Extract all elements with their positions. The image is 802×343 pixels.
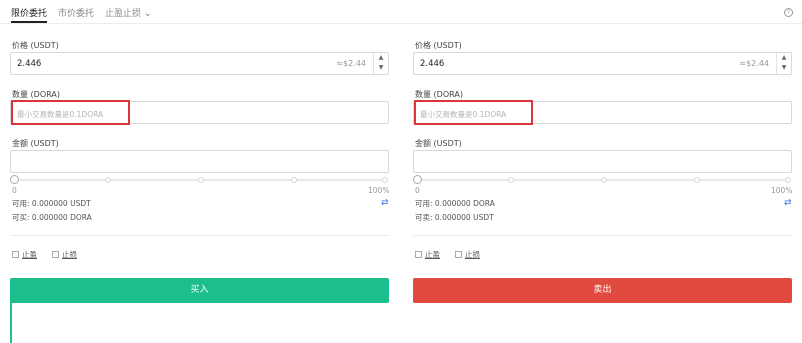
sell-slider-handle[interactable] [413,175,422,184]
caret-up-icon[interactable]: ▲ [374,53,388,63]
checkbox-icon [12,251,19,258]
buy-stop-loss-checkbox[interactable]: 止损 [52,249,77,260]
slider-tick[interactable] [508,177,514,183]
caret-down-icon[interactable]: ▼ [777,63,791,73]
buy-slider-handle[interactable] [10,175,19,184]
buy-price-value: 2.446 [17,59,42,69]
divider [413,235,792,236]
sell-price-stepper[interactable]: ▲ ▼ [776,53,791,74]
sell-price-label: 价格 (USDT) [415,41,462,50]
buy-button[interactable]: 买入 [10,278,389,303]
sell-qty-label: 数量 (DORA) [415,90,463,99]
sell-price-input[interactable]: 2.446 ≈$2.44 ▲ ▼ [413,52,792,75]
swap-icon[interactable]: ⇄ [381,198,389,208]
buy-stop-profit-checkbox[interactable]: 止盈 [12,249,37,260]
sell-amount-input[interactable] [413,150,792,173]
buy-amount-label: 金额 (USDT) [12,139,59,148]
sell-slider-min: 0 [415,186,420,195]
stop-loss-label: 止损 [62,250,77,259]
chart-edge-line [10,298,12,343]
sell-price-approx: ≈$2.44 [739,59,769,68]
slider-tick[interactable] [694,177,700,183]
buy-panel: 价格 (USDT) 2.446 ≈$2.44 ▲ ▼ 数量 (DORA) 最小交… [10,0,390,343]
buy-price-label: 价格 (USDT) [12,41,59,50]
sell-stop-profit-checkbox[interactable]: 止盈 [415,249,440,260]
sell-available: 可用: 0.000000 DORA [415,199,495,208]
slider-tick[interactable] [105,177,111,183]
caret-up-icon[interactable]: ▲ [777,53,791,63]
divider [10,235,389,236]
checkbox-icon [455,251,462,258]
highlight-box [11,100,130,125]
buy-price-approx: ≈$2.44 [336,59,366,68]
buy-slider-min: 0 [12,186,17,195]
buy-can-buy: 可买: 0.000000 DORA [12,213,92,222]
checkbox-icon [415,251,422,258]
sell-can-sell: 可卖: 0.000000 USDT [415,213,494,222]
stop-profit-label: 止盈 [22,250,37,259]
sell-panel: 价格 (USDT) 2.446 ≈$2.44 ▲ ▼ 数量 (DORA) 最小交… [413,0,793,343]
slider-tick[interactable] [785,177,791,183]
checkbox-icon [52,251,59,258]
sell-button[interactable]: 卖出 [413,278,792,303]
sell-price-value: 2.446 [420,59,445,69]
sell-stop-loss-checkbox[interactable]: 止损 [455,249,480,260]
slider-tick[interactable] [198,177,204,183]
slider-tick[interactable] [291,177,297,183]
buy-amount-input[interactable] [10,150,389,173]
stop-loss-label: 止损 [465,250,480,259]
buy-available: 可用: 0.000000 USDT [12,199,91,208]
sell-slider-max: 100% [771,186,793,195]
slider-tick[interactable] [601,177,607,183]
buy-slider-max: 100% [368,186,390,195]
swap-icon[interactable]: ⇄ [784,198,792,208]
caret-down-icon[interactable]: ▼ [374,63,388,73]
buy-qty-label: 数量 (DORA) [12,90,60,99]
stop-profit-label: 止盈 [425,250,440,259]
sell-amount-label: 金额 (USDT) [415,139,462,148]
buy-price-input[interactable]: 2.446 ≈$2.44 ▲ ▼ [10,52,389,75]
slider-tick[interactable] [382,177,388,183]
highlight-box [414,100,533,125]
buy-price-stepper[interactable]: ▲ ▼ [373,53,388,74]
